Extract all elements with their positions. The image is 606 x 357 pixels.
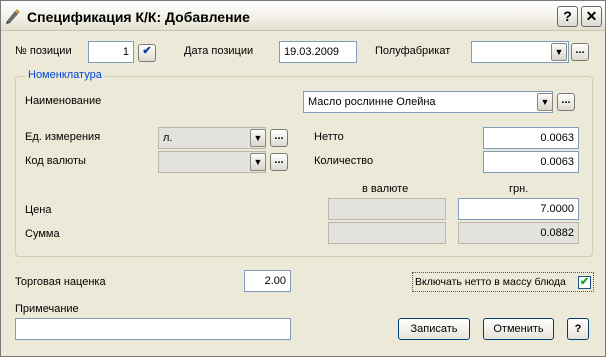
markup-label: Торговая наценка: [15, 276, 106, 288]
chevron-down-icon: ▼: [253, 157, 263, 167]
position-date-field[interactable]: 19.03.2009: [279, 41, 357, 63]
note-label: Примечание: [15, 303, 79, 315]
include-netto-label: Включать нетто в массу блюда: [415, 276, 566, 288]
checkmark-icon: ✔: [142, 45, 152, 57]
price-uah-field[interactable]: 7.0000: [458, 198, 579, 220]
semifinished-dropdown-button[interactable]: ▼: [551, 43, 567, 61]
unit-dropdown-button[interactable]: ▼: [250, 129, 266, 147]
help-button[interactable]: ?: [567, 318, 589, 340]
price-label: Цена: [25, 204, 52, 216]
semifinished-label: Полуфабрикат: [375, 45, 451, 57]
sum-currency-field: [328, 222, 446, 244]
confirm-check-button[interactable]: ✔: [138, 44, 156, 62]
ellipsis-icon: ...: [274, 130, 284, 142]
currency-code-label: Код валюты: [25, 155, 86, 167]
semifinished-browse-button[interactable]: ...: [571, 43, 589, 61]
note-field[interactable]: [15, 318, 291, 340]
unit-label: Ед. измерения: [25, 131, 101, 143]
sum-label: Сумма: [25, 228, 60, 240]
ellipsis-icon: ...: [575, 44, 585, 56]
uah-column-header: грн.: [509, 183, 529, 195]
spec-edit-icon: [6, 9, 20, 24]
ellipsis-icon: ...: [561, 94, 571, 106]
price-currency-field[interactable]: [328, 198, 446, 220]
close-button[interactable]: ✕: [581, 6, 602, 27]
window-title: Спецификация К/К: Добавление: [27, 9, 250, 25]
position-number-field[interactable]: 1: [88, 41, 134, 63]
netto-field[interactable]: 0.0063: [483, 127, 579, 149]
quantity-field[interactable]: 0.0063: [483, 151, 579, 173]
dialog-window: Спецификация К/К: Добавление ? ✕ № позиц…: [0, 0, 606, 357]
currency-dropdown-button[interactable]: ▼: [250, 153, 266, 171]
quantity-label: Количество: [314, 155, 374, 167]
save-button[interactable]: Записать: [398, 318, 470, 340]
nomenclature-group-title: Номенклатура: [25, 69, 105, 81]
name-label: Наименование: [25, 95, 102, 107]
currency-browse-button[interactable]: ...: [270, 153, 288, 171]
include-netto-option[interactable]: Включать нетто в массу блюда ✔: [412, 272, 594, 292]
name-dropdown-button[interactable]: ▼: [537, 93, 553, 111]
name-select[interactable]: Масло рослинне Олейна: [303, 91, 553, 113]
position-date-label: Дата позиции: [184, 45, 254, 57]
sum-uah-field: 0.0882: [458, 222, 579, 244]
cancel-button[interactable]: Отменить: [483, 318, 554, 340]
checkmark-icon: ✔: [579, 276, 590, 288]
markup-field[interactable]: 2.00: [244, 270, 291, 292]
unit-browse-button[interactable]: ...: [270, 129, 288, 147]
title-bar: Спецификация К/К: Добавление ? ✕: [1, 1, 605, 31]
help-title-button[interactable]: ?: [557, 6, 578, 27]
position-number-label: № позиции: [15, 45, 72, 57]
include-netto-checkbox[interactable]: ✔: [578, 276, 591, 289]
netto-label: Нетто: [314, 131, 344, 143]
chevron-down-icon: ▼: [554, 47, 564, 57]
name-browse-button[interactable]: ...: [557, 93, 575, 111]
ellipsis-icon: ...: [274, 154, 284, 166]
chevron-down-icon: ▼: [540, 97, 550, 107]
in-currency-column-header: в валюте: [362, 183, 409, 195]
chevron-down-icon: ▼: [253, 133, 263, 143]
